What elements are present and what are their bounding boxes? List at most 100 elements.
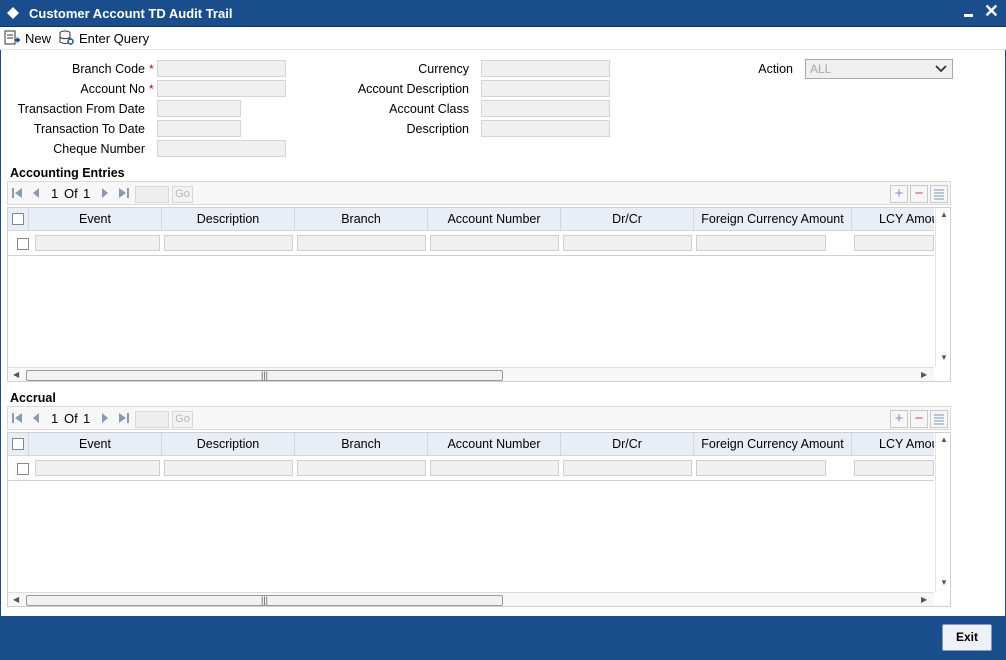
- new-button[interactable]: New: [4, 28, 51, 48]
- cheque-number-label: Cheque Number: [53, 142, 145, 156]
- column-header-branch[interactable]: Branch: [295, 433, 428, 456]
- exit-button[interactable]: Exit: [942, 624, 992, 651]
- column-header-event[interactable]: Event: [29, 208, 162, 231]
- horizontal-scrollbar[interactable]: ◀ ||| ▶: [8, 367, 934, 381]
- transaction-to-date-input[interactable]: [157, 120, 241, 137]
- add-row-icon[interactable]: +: [890, 410, 908, 428]
- account-description-input[interactable]: [481, 80, 610, 97]
- column-header-event[interactable]: Event: [29, 433, 162, 456]
- action-select-value: ALL: [810, 62, 832, 76]
- column-header-account-number[interactable]: Account Number: [428, 433, 561, 456]
- select-all-checkbox[interactable]: [12, 438, 24, 450]
- go-button[interactable]: Go: [172, 186, 193, 203]
- branch-cell-input[interactable]: [297, 460, 426, 476]
- select-all-checkbox[interactable]: [12, 213, 24, 225]
- scroll-left-icon[interactable]: ◀: [13, 370, 19, 379]
- horizontal-scrollbar[interactable]: ◀ ||| ▶: [8, 592, 934, 606]
- scroll-down-icon[interactable]: ▼: [940, 578, 948, 587]
- next-page-icon[interactable]: [100, 412, 110, 424]
- row-checkbox[interactable]: [17, 238, 29, 250]
- row-checkbox[interactable]: [17, 463, 29, 475]
- description-label: Description: [406, 122, 469, 136]
- next-page-icon[interactable]: [100, 187, 110, 199]
- account-number-cell-input[interactable]: [430, 235, 559, 251]
- go-button[interactable]: Go: [172, 411, 193, 428]
- foreign-currency-amount-cell-input[interactable]: [696, 235, 826, 251]
- account-no-input[interactable]: [157, 80, 286, 97]
- column-header-account-number[interactable]: Account Number: [428, 208, 561, 231]
- scrollbar-thumb[interactable]: |||: [26, 595, 503, 606]
- grid-header: Event Description Branch Account Number …: [8, 433, 934, 456]
- branch-code-input[interactable]: [157, 60, 286, 77]
- first-page-icon[interactable]: [11, 412, 23, 424]
- description-cell-input[interactable]: [164, 460, 293, 476]
- scroll-down-icon[interactable]: ▼: [940, 353, 948, 362]
- scroll-right-icon[interactable]: ▶: [921, 595, 927, 604]
- scroll-right-icon[interactable]: ▶: [921, 370, 927, 379]
- page-number-input[interactable]: [135, 411, 169, 428]
- required-marker: *: [149, 62, 154, 76]
- column-header-foreign-currency-amount[interactable]: Foreign Currency Amount: [694, 433, 852, 456]
- close-icon[interactable]: ✕: [984, 1, 999, 21]
- add-row-icon[interactable]: +: [890, 185, 908, 203]
- scrollbar-thumb[interactable]: |||: [26, 370, 503, 381]
- enter-query-label: Enter Query: [79, 30, 150, 46]
- column-header-foreign-currency-amount[interactable]: Foreign Currency Amount: [694, 208, 852, 231]
- column-header-dr-cr[interactable]: Dr/Cr: [561, 433, 694, 456]
- window-title: Customer Account TD Audit Trail: [29, 6, 233, 21]
- last-page-icon[interactable]: [118, 412, 130, 424]
- accounting-entries-grid: 1 Of 1 Go + − Event Description Branch A…: [7, 181, 951, 384]
- delete-row-icon[interactable]: −: [910, 185, 928, 203]
- single-view-icon[interactable]: [930, 410, 948, 428]
- grid-toolbar: 1 Of 1 Go + −: [7, 181, 951, 205]
- pager-current: 1: [51, 186, 59, 201]
- vertical-scrollbar[interactable]: ▲ ▼: [935, 208, 950, 367]
- scroll-left-icon[interactable]: ◀: [13, 595, 19, 604]
- previous-page-icon[interactable]: [31, 412, 41, 424]
- transaction-from-date-label: Transaction From Date: [17, 102, 145, 116]
- column-header-lcy-amount[interactable]: LCY Amou: [852, 433, 934, 456]
- column-header-description[interactable]: Description: [162, 433, 295, 456]
- column-header-branch[interactable]: Branch: [295, 208, 428, 231]
- row-divider: [8, 255, 934, 256]
- select-all-cell: [8, 208, 29, 231]
- foreign-currency-amount-cell-input[interactable]: [696, 460, 826, 476]
- last-page-icon[interactable]: [118, 187, 130, 199]
- transaction-from-date-input[interactable]: [157, 100, 241, 117]
- currency-input[interactable]: [481, 60, 610, 77]
- delete-row-icon[interactable]: −: [910, 410, 928, 428]
- page-number-input[interactable]: [135, 186, 169, 203]
- description-input[interactable]: [481, 120, 610, 137]
- cheque-number-input[interactable]: [157, 140, 286, 157]
- action-select[interactable]: ALL: [805, 59, 953, 79]
- column-header-lcy-amount[interactable]: LCY Amou: [852, 208, 934, 231]
- action-label: Action: [758, 62, 793, 76]
- enter-query-button[interactable]: Enter Query: [58, 28, 149, 48]
- transaction-to-date-label: Transaction To Date: [33, 122, 145, 136]
- lcy-amount-cell-input[interactable]: [854, 460, 934, 476]
- event-cell-input[interactable]: [35, 235, 160, 251]
- column-header-dr-cr[interactable]: Dr/Cr: [561, 208, 694, 231]
- account-class-label: Account Class: [389, 102, 469, 116]
- dr-cr-cell-input[interactable]: [563, 235, 692, 251]
- event-cell-input[interactable]: [35, 460, 160, 476]
- column-header-description[interactable]: Description: [162, 208, 295, 231]
- branch-cell-input[interactable]: [297, 235, 426, 251]
- scroll-up-icon[interactable]: ▲: [940, 435, 948, 444]
- account-class-input[interactable]: [481, 100, 610, 117]
- title-bar: Customer Account TD Audit Trail ✕: [0, 0, 1006, 27]
- grid-header: Event Description Branch Account Number …: [8, 208, 934, 231]
- description-cell-input[interactable]: [164, 235, 293, 251]
- first-page-icon[interactable]: [11, 187, 23, 199]
- previous-page-icon[interactable]: [31, 187, 41, 199]
- account-number-cell-input[interactable]: [430, 460, 559, 476]
- single-view-icon[interactable]: [930, 185, 948, 203]
- scroll-up-icon[interactable]: ▲: [940, 210, 948, 219]
- diamond-icon: [7, 7, 19, 19]
- minimize-icon[interactable]: [962, 3, 976, 23]
- vertical-scrollbar[interactable]: ▲ ▼: [935, 433, 950, 592]
- new-button-label: New: [25, 30, 52, 46]
- required-marker: *: [149, 82, 154, 96]
- lcy-amount-cell-input[interactable]: [854, 235, 934, 251]
- dr-cr-cell-input[interactable]: [563, 460, 692, 476]
